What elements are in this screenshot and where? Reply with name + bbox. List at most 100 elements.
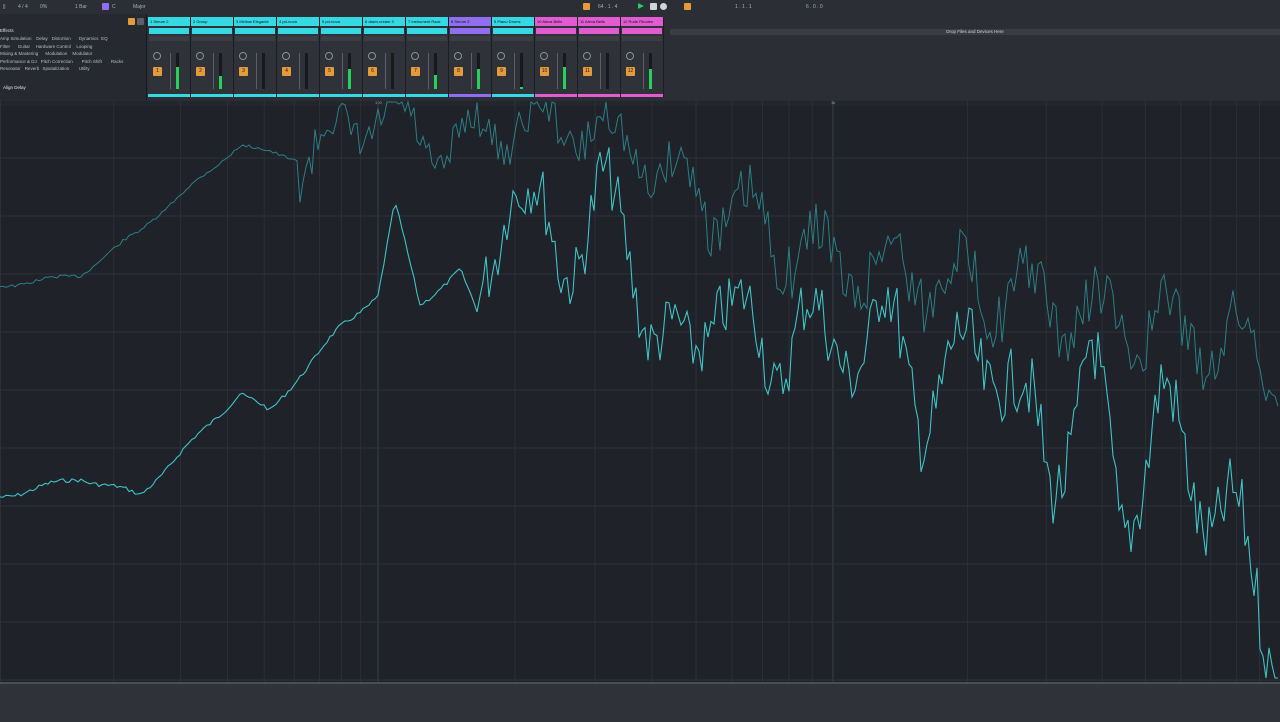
song-position[interactable]: 64 . 1 . 4 xyxy=(598,4,617,10)
track-title[interactable]: 2 Group xyxy=(191,17,233,26)
volume-fader[interactable] xyxy=(256,53,257,89)
clip-slot[interactable] xyxy=(149,28,189,34)
track-title[interactable]: 7 Instrument Rack xyxy=(406,17,448,26)
browser-tag[interactable]: Pitch Correction xyxy=(41,59,73,64)
pan-knob[interactable] xyxy=(368,52,376,60)
clip-slot[interactable] xyxy=(493,28,533,34)
track-activator[interactable]: 11 xyxy=(583,67,592,76)
browser-tag[interactable]: Mixing & Mastering xyxy=(0,51,38,56)
clip-slot[interactable] xyxy=(622,28,662,34)
clip-slot-empty[interactable] xyxy=(364,36,404,41)
pan-knob[interactable] xyxy=(153,52,161,60)
track-title[interactable]: 10 Alexa Bells xyxy=(535,17,577,26)
volume-fader[interactable] xyxy=(557,53,558,89)
track-4[interactable]: 4 pd-nova 4 xyxy=(277,17,320,97)
pan-knob[interactable] xyxy=(196,52,204,60)
track-title[interactable]: 9 Piano Drums xyxy=(492,17,534,26)
track-activator[interactable]: 12 xyxy=(626,67,635,76)
track-activator[interactable]: 6 xyxy=(368,67,377,76)
pan-knob[interactable] xyxy=(454,52,462,60)
browser-tag[interactable]: Guitar xyxy=(18,44,30,49)
clip-slot[interactable] xyxy=(364,28,404,34)
play-icon[interactable] xyxy=(638,3,644,9)
track-3[interactable]: 3 Mellow Eleganté 3 xyxy=(234,17,277,97)
track-7[interactable]: 7 Instrument Rack 7 xyxy=(406,17,449,97)
track-title[interactable]: 4 pd-nova xyxy=(277,17,319,26)
browser-tag[interactable]: Delay xyxy=(36,36,48,41)
browser-tag[interactable]: Looping xyxy=(76,44,92,49)
track-activator[interactable]: 8 xyxy=(454,67,463,76)
drop-zone[interactable]: Drop Files and Devices Here xyxy=(670,29,1280,35)
track-activator[interactable]: 7 xyxy=(411,67,420,76)
volume-fader[interactable] xyxy=(170,53,171,89)
track-1[interactable]: 1 Serum 2 1 xyxy=(148,17,191,97)
stop-icon[interactable] xyxy=(650,3,657,10)
volume-fader[interactable] xyxy=(471,53,472,89)
track-10[interactable]: 10 Alexa Bells 10 xyxy=(535,17,578,97)
clip-slot[interactable] xyxy=(579,28,619,34)
track-6[interactable]: 6 dawn-cream 3 6 xyxy=(363,17,406,97)
quantize-menu[interactable]: 1 Bar xyxy=(75,4,87,10)
pan-knob[interactable] xyxy=(626,52,634,60)
volume-fader[interactable] xyxy=(213,53,214,89)
browser-tag[interactable]: Hardware Control xyxy=(36,44,71,49)
clip-slot-empty[interactable] xyxy=(192,36,232,41)
follow-icon[interactable] xyxy=(583,3,590,10)
track-title[interactable]: 5 pd-nova xyxy=(320,17,362,26)
tap-tempo-label[interactable]: || xyxy=(3,4,6,10)
track-2[interactable]: 2 Group 2 xyxy=(191,17,234,97)
browser-tag[interactable]: Filter xyxy=(0,44,10,49)
browser-tag[interactable]: Dynamics xyxy=(79,36,99,41)
clip-slot[interactable] xyxy=(192,28,232,34)
track-title[interactable]: 1 Serum 2 xyxy=(148,17,190,26)
browser-tag[interactable]: Utility xyxy=(79,66,90,71)
pan-knob[interactable] xyxy=(282,52,290,60)
track-title[interactable]: 6 dawn-cream 3 xyxy=(363,17,405,26)
pan-knob[interactable] xyxy=(540,52,548,60)
clip-slot[interactable] xyxy=(450,28,490,34)
clip-slot-empty[interactable] xyxy=(321,36,361,41)
clip-slot-empty[interactable] xyxy=(493,36,533,41)
track-activator[interactable]: 9 xyxy=(497,67,506,76)
time-signature[interactable]: 4 / 4 xyxy=(18,4,28,10)
browser-tag[interactable]: Performance & DJ xyxy=(0,59,37,64)
clip-slot-empty[interactable] xyxy=(622,36,662,41)
clip-slot[interactable] xyxy=(407,28,447,34)
track-activator[interactable]: 3 xyxy=(239,67,248,76)
pan-knob[interactable] xyxy=(411,52,419,60)
track-activator[interactable]: 2 xyxy=(196,67,205,76)
scale-mode-icon[interactable] xyxy=(102,3,109,10)
clip-slot[interactable] xyxy=(235,28,275,34)
loop-start[interactable]: 1 . 1 . 1 xyxy=(735,4,752,10)
browser-tag[interactable]: Modulator xyxy=(72,51,92,56)
track-8[interactable]: 8 Serum 2 8 xyxy=(449,17,492,97)
browser-tag[interactable]: Pitch Shift xyxy=(82,59,102,64)
clip-slot[interactable] xyxy=(278,28,318,34)
automation-arm-icon[interactable] xyxy=(684,3,691,10)
track-title[interactable]: 12 Rude Rhodes xyxy=(621,17,663,26)
scale-select[interactable]: Major xyxy=(133,4,146,10)
key-select[interactable]: C xyxy=(112,4,116,10)
record-icon[interactable] xyxy=(660,3,667,10)
clip-slot[interactable] xyxy=(536,28,576,34)
clip-slot[interactable] xyxy=(321,28,361,34)
browser-tag[interactable]: Modulation xyxy=(45,51,67,56)
pan-knob[interactable] xyxy=(325,52,333,60)
browser-tag[interactable]: EQ xyxy=(101,36,108,41)
clip-slot-empty[interactable] xyxy=(407,36,447,41)
track-activator[interactable]: 5 xyxy=(325,67,334,76)
browser-tag[interactable]: Distortion xyxy=(52,36,71,41)
browser-heading[interactable]: Effects xyxy=(0,28,14,33)
pan-knob[interactable] xyxy=(583,52,591,60)
volume-fader[interactable] xyxy=(643,53,644,89)
volume-fader[interactable] xyxy=(600,53,601,89)
browser-tag[interactable]: Reverb xyxy=(25,66,40,71)
track-9[interactable]: 9 Piano Drums 9 xyxy=(492,17,535,97)
browser-tag[interactable]: Spatialization xyxy=(43,66,70,71)
track-11[interactable]: 11 Alexa Bells 11 xyxy=(578,17,621,97)
volume-fader[interactable] xyxy=(342,53,343,89)
volume-fader[interactable] xyxy=(514,53,515,89)
clip-slot-empty[interactable] xyxy=(278,36,318,41)
browser-tag[interactable]: Resonator xyxy=(0,66,21,71)
browser-menu-icon[interactable] xyxy=(137,18,144,25)
